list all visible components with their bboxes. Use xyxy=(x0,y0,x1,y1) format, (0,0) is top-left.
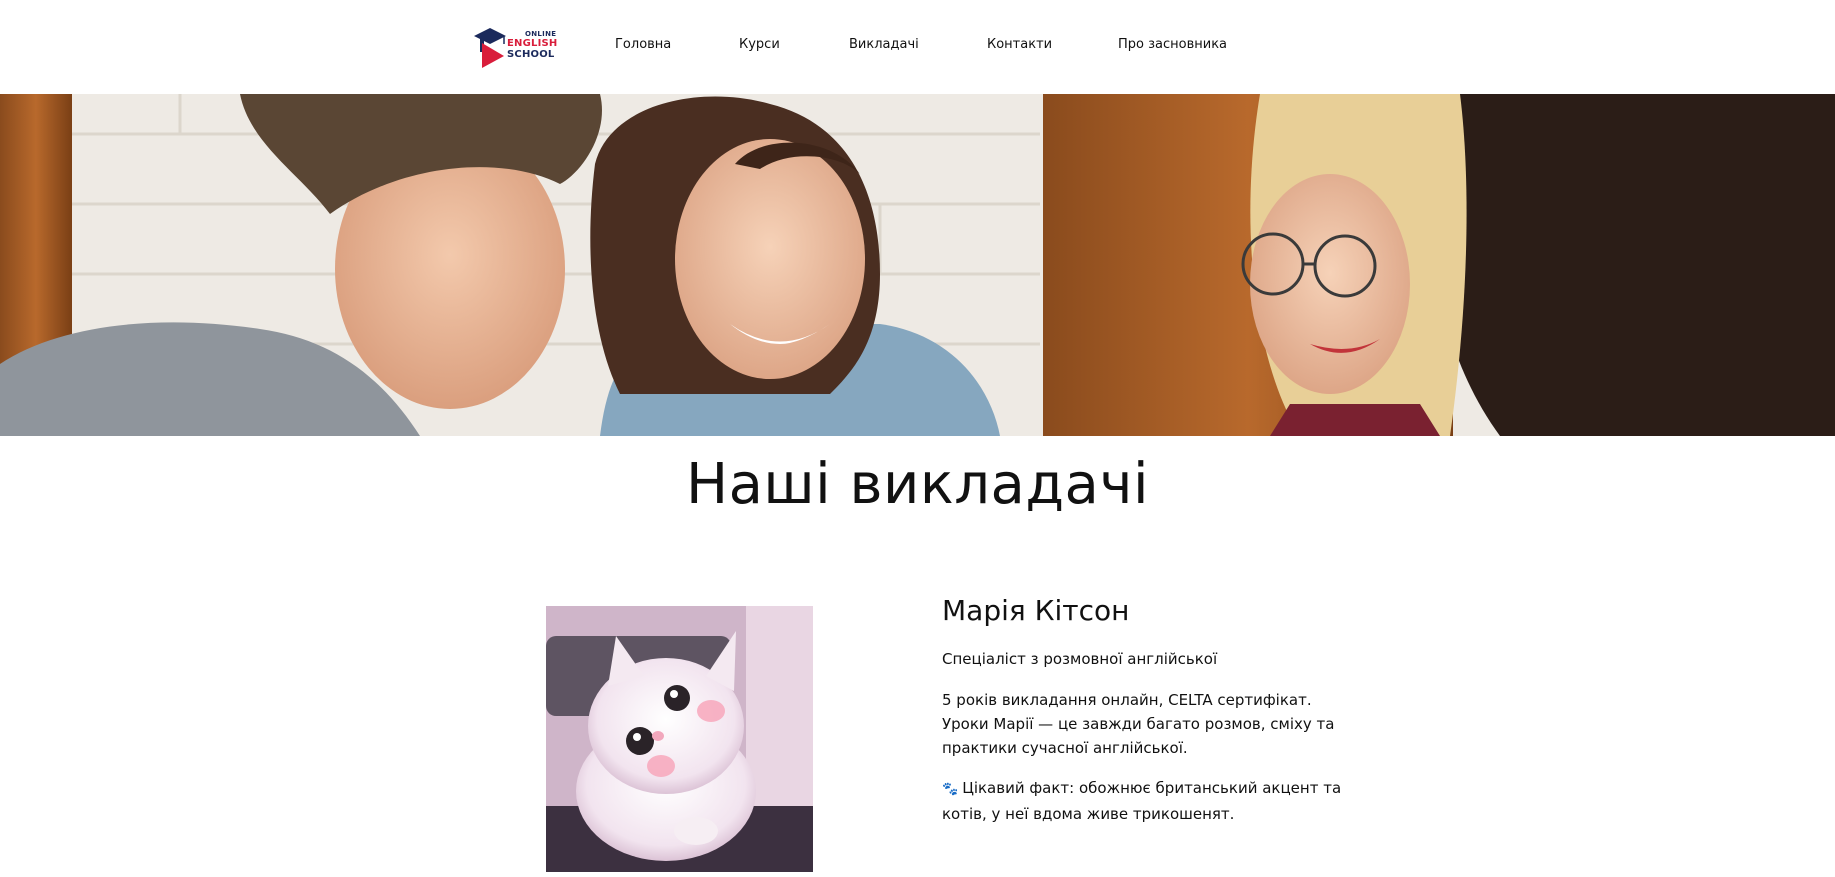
teacher-photo xyxy=(546,606,813,872)
page-title: Наші викладачі xyxy=(685,452,1150,517)
nav-contacts[interactable]: Контакти xyxy=(987,37,1052,52)
site-header: ONLINE ENGLISH SCHOOL Головна Курси Викл… xyxy=(0,0,1835,94)
nav-teachers[interactable]: Викладачі xyxy=(849,37,919,52)
logo-school-text: SCHOOL xyxy=(507,49,555,60)
teacher-fun-fact-text: Цікавий факт: обожнює британський акцент… xyxy=(942,779,1342,823)
nav-courses[interactable]: Курси xyxy=(739,37,780,52)
teacher-fun-fact: 🐾 Цікавий факт: обожнює британський акцен… xyxy=(942,776,1362,826)
nav-home[interactable]: Головна xyxy=(615,37,671,52)
nav-about-founder[interactable]: Про засновника xyxy=(1118,37,1227,52)
teacher-role: Спеціаліст з розмовної англійської xyxy=(942,650,1218,668)
logo-online-text: ONLINE xyxy=(525,30,557,38)
logo-english-text: ENGLISH xyxy=(507,38,558,49)
graduation-cap-icon xyxy=(474,28,506,68)
teacher-name: Марія Кітсон xyxy=(942,594,1130,627)
school-logo[interactable]: ONLINE ENGLISH SCHOOL xyxy=(474,25,558,68)
hero-banner-image xyxy=(0,94,1835,436)
paw-icon: 🐾 xyxy=(942,782,959,797)
teacher-bio: 5 років викладання онлайн, CELTA сертифі… xyxy=(942,691,1335,757)
